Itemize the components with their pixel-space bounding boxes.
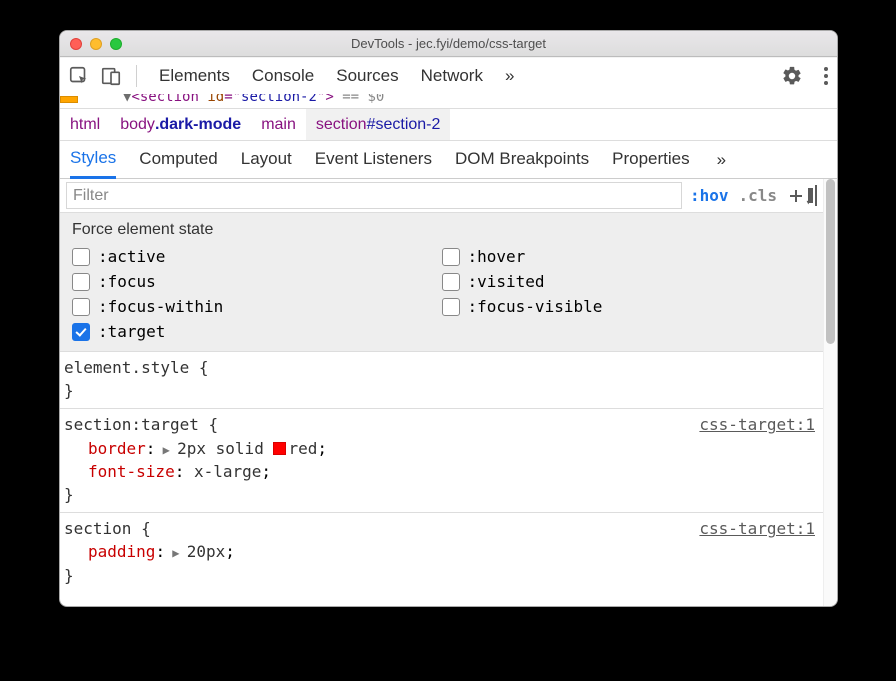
css-rule-element-style[interactable]: element.style { } (60, 352, 823, 409)
minimize-window-button[interactable] (90, 38, 102, 50)
color-swatch-icon[interactable] (273, 442, 286, 455)
css-rule-section[interactable]: css-target:1 section { padding: ▶ 20px; … (60, 513, 823, 593)
rule-selector[interactable]: element.style (64, 358, 189, 377)
crumb-body[interactable]: body.dark-mode (110, 109, 251, 140)
checkbox-icon (72, 248, 90, 266)
checkbox-checked-icon (72, 323, 90, 341)
main-toolbar: Elements Console Sources Network » (60, 57, 837, 94)
main-tabs: Elements Console Sources Network » (151, 66, 514, 86)
scrollbar-thumb[interactable] (826, 179, 835, 344)
more-styletabs-icon[interactable]: » (717, 150, 726, 170)
dom-tree-peek[interactable]: ▼<section id="section-2"> == $0 (60, 94, 837, 109)
crumb-main[interactable]: main (251, 109, 306, 140)
styles-filter-input[interactable] (66, 182, 682, 209)
checkbox-icon (442, 273, 460, 291)
force-focus-within-checkbox[interactable]: :focus-within (72, 297, 442, 316)
force-hover-checkbox[interactable]: :hover (442, 247, 812, 266)
rule-source-link[interactable]: css-target:1 (699, 413, 815, 436)
tab-console[interactable]: Console (252, 66, 314, 86)
checkbox-icon (72, 273, 90, 291)
expand-shorthand-icon[interactable]: ▶ (155, 443, 177, 457)
highlight-marker (60, 96, 78, 103)
rule-selector[interactable]: section:target (64, 415, 199, 434)
zoom-window-button[interactable] (110, 38, 122, 50)
devtools-window: DevTools - jec.fyi/demo/css-target Eleme… (59, 30, 838, 607)
kebab-menu-icon[interactable] (823, 65, 829, 87)
dom-breadcrumb: html body.dark-mode main section#section… (60, 109, 837, 141)
titlebar: DevTools - jec.fyi/demo/css-target (60, 31, 837, 57)
inspect-element-icon[interactable] (68, 65, 90, 87)
tab-sources[interactable]: Sources (336, 66, 398, 86)
toggle-hov-button[interactable]: :hov (690, 186, 729, 205)
rule-source-link[interactable]: css-target:1 (699, 517, 815, 540)
styles-filter-bar: :hov .cls ▾ (60, 179, 823, 213)
styletab-properties[interactable]: Properties (612, 142, 689, 177)
close-window-button[interactable] (70, 38, 82, 50)
settings-gear-icon[interactable] (781, 65, 803, 87)
traffic-lights (70, 38, 122, 50)
styletab-layout[interactable]: Layout (241, 142, 292, 177)
css-declaration[interactable]: border: ▶ 2px solid red; (64, 437, 815, 460)
toggle-sidebar-icon[interactable] (815, 186, 817, 205)
styletab-styles[interactable]: Styles (70, 141, 116, 179)
force-state-title: Force element state (72, 221, 811, 239)
window-title: DevTools - jec.fyi/demo/css-target (351, 36, 546, 51)
tab-elements[interactable]: Elements (159, 66, 230, 86)
checkbox-icon (442, 298, 460, 316)
styletab-computed[interactable]: Computed (139, 142, 217, 177)
force-active-checkbox[interactable]: :active (72, 247, 442, 266)
force-visited-checkbox[interactable]: :visited (442, 272, 812, 291)
toolbar-divider (136, 65, 137, 87)
styletab-event-listeners[interactable]: Event Listeners (315, 142, 432, 177)
css-declaration[interactable]: padding: ▶ 20px; (64, 540, 815, 563)
force-focus-checkbox[interactable]: :focus (72, 272, 442, 291)
more-tabs-icon[interactable]: » (505, 66, 514, 86)
force-element-state-panel: Force element state :active :hover :focu… (60, 213, 823, 352)
new-style-rule-button[interactable]: ▾ (787, 187, 805, 205)
device-toolbar-icon[interactable] (100, 65, 122, 87)
force-focus-visible-checkbox[interactable]: :focus-visible (442, 297, 812, 316)
crumb-section[interactable]: section#section-2 (306, 109, 451, 140)
css-rule-section-target[interactable]: css-target:1 section:target { border: ▶ … (60, 409, 823, 513)
styletab-dom-breakpoints[interactable]: DOM Breakpoints (455, 142, 589, 177)
vertical-scrollbar[interactable] (823, 179, 837, 606)
toggle-cls-button[interactable]: .cls (738, 186, 777, 205)
tab-network[interactable]: Network (421, 66, 483, 86)
css-declaration[interactable]: font-size: x-large; (64, 460, 815, 483)
checkbox-icon (72, 298, 90, 316)
force-target-checkbox[interactable]: :target (72, 322, 442, 341)
rule-selector[interactable]: section (64, 519, 131, 538)
styles-panel-tabs: Styles Computed Layout Event Listeners D… (60, 141, 837, 179)
expand-shorthand-icon[interactable]: ▶ (165, 546, 187, 560)
crumb-html[interactable]: html (60, 109, 110, 140)
checkbox-icon (442, 248, 460, 266)
